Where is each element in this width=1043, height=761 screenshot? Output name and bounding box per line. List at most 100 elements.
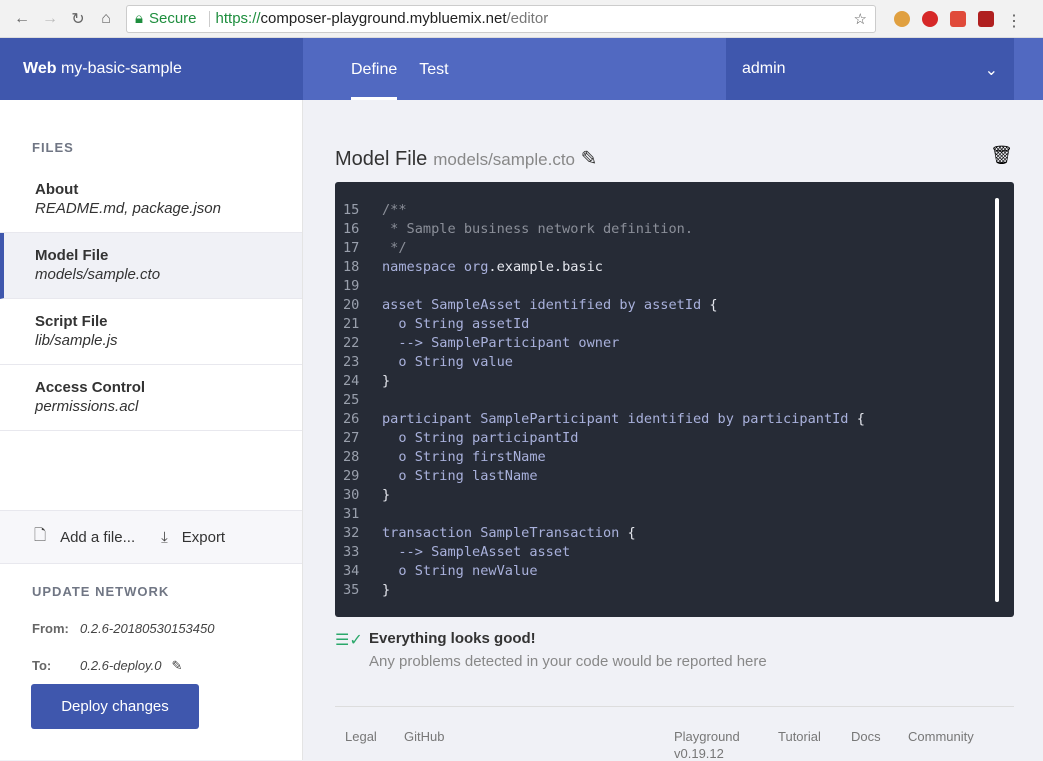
export-button[interactable]: Export xyxy=(182,529,225,546)
code-token: asset SampleAsset identified by assetId xyxy=(382,297,710,313)
code-token: { xyxy=(856,411,865,427)
file-item-script[interactable]: Script File lib/sample.js xyxy=(0,299,302,365)
url-path: /editor xyxy=(506,10,549,27)
brand: Web my-basic-sample xyxy=(0,38,303,100)
code-line: 30} xyxy=(335,486,1014,505)
line-number: 19 xyxy=(343,278,360,294)
file-item-model[interactable]: Model File models/sample.cto xyxy=(0,233,302,299)
status-panel: ☰✓ Everything looks good! Any problems de… xyxy=(335,630,767,670)
line-number: 29 xyxy=(343,468,360,484)
line-number: 27 xyxy=(343,430,360,446)
status-title: Everything looks good! xyxy=(369,630,536,647)
code-token: transaction SampleTransaction xyxy=(382,525,628,541)
checklist-icon: ☰✓ xyxy=(335,632,363,649)
address-bar[interactable]: 🔒︎ Secure https://composer-playground.my… xyxy=(126,4,876,33)
code-token: } xyxy=(382,487,391,503)
deploy-changes-button[interactable]: Deploy changes xyxy=(31,684,199,729)
file-icon: 🗋 xyxy=(34,526,47,544)
code-token: * Sample business network definition. xyxy=(382,221,693,237)
scrollbar[interactable] xyxy=(995,198,999,602)
from-label: From: xyxy=(32,621,69,636)
brand-bold: Web xyxy=(23,60,57,77)
code-line: 16 * Sample business network definition. xyxy=(335,220,1014,239)
url-scheme: https:// xyxy=(215,10,261,27)
line-number: 26 xyxy=(343,411,360,427)
code-token: { xyxy=(709,297,718,313)
file-subtitle: models/sample.cto xyxy=(35,266,161,283)
code-line: 27 o String participantId xyxy=(335,429,1014,448)
code-line: 35} xyxy=(335,581,1014,600)
file-title: Script File xyxy=(35,313,108,330)
code-token: o String lastName xyxy=(382,468,538,484)
chevron-down-icon: ⌄ xyxy=(984,62,998,79)
code-token: namespace org xyxy=(382,259,489,275)
forward-icon[interactable]: → xyxy=(36,10,64,28)
line-number: 34 xyxy=(343,563,360,579)
shield-extension-icon[interactable] xyxy=(978,10,994,27)
play-extension-icon[interactable] xyxy=(922,10,938,27)
line-number: 21 xyxy=(343,316,360,332)
trash-icon[interactable]: 🗑︎ xyxy=(990,145,1013,166)
tutorial-link[interactable]: Tutorial xyxy=(778,729,821,744)
code-token: /** xyxy=(382,202,407,218)
line-number: 31 xyxy=(343,506,360,522)
reload-icon[interactable]: ↻ xyxy=(64,9,92,29)
code-line: 20 asset SampleAsset identified by assetI… xyxy=(335,296,1014,315)
bookmark-star-icon[interactable]: ☆ xyxy=(854,10,867,28)
code-line: 18 namespace org .example.basic xyxy=(335,258,1014,277)
add-file-button[interactable]: Add a file... xyxy=(60,529,135,546)
code-token: o String firstName xyxy=(382,449,546,465)
file-item-about[interactable]: About README.md, package.json xyxy=(0,167,302,233)
code-token: } xyxy=(382,582,391,598)
line-number: 20 xyxy=(343,297,360,313)
docs-link[interactable]: Docs xyxy=(851,729,881,744)
file-subtitle: README.md, package.json xyxy=(35,200,221,217)
file-title: Model File xyxy=(35,247,109,264)
code-line: 25 xyxy=(335,391,1014,410)
dots-extension-icon[interactable] xyxy=(950,10,966,27)
line-number: 15 xyxy=(343,202,360,218)
code-line: 24} xyxy=(335,372,1014,391)
back-icon[interactable]: ← xyxy=(8,10,36,28)
file-subtitle: permissions.acl xyxy=(35,398,139,415)
tab-define[interactable]: Define xyxy=(351,38,398,100)
edit-version-icon[interactable]: ✎ xyxy=(171,658,182,674)
to-version: 0.2.6-deploy.0 xyxy=(80,658,162,673)
line-number: 28 xyxy=(343,449,360,465)
community-link[interactable]: Community xyxy=(908,729,974,744)
version-label: v0.19.12 xyxy=(674,746,724,761)
line-number: 32 xyxy=(343,525,360,541)
code-editor[interactable]: 15 /** 16 * Sample business network defini… xyxy=(335,182,1014,617)
file-path: models/sample.cto xyxy=(433,150,575,169)
tab-test[interactable]: Test xyxy=(419,38,448,100)
legal-link[interactable]: Legal xyxy=(345,729,377,744)
line-number: 17 xyxy=(343,240,360,256)
code-token: */ xyxy=(382,240,407,256)
main-panel: Model File models/sample.cto ✎ 🗑︎ 15 /** 16… xyxy=(304,100,1043,761)
file-title: About xyxy=(35,181,79,198)
cookie-extension-icon[interactable] xyxy=(894,10,910,27)
file-item-acl[interactable]: Access Control permissions.acl xyxy=(0,365,302,431)
sidebar: FILES About README.md, package.json Model… xyxy=(0,100,303,760)
code-line: 29 o String lastName xyxy=(335,467,1014,486)
code-line: 33 --> SampleAsset asset xyxy=(335,543,1014,562)
url-host: composer-playground.mybluemix.net xyxy=(260,10,507,27)
menu-icon[interactable]: ⋮ xyxy=(1006,11,1022,30)
line-number: 25 xyxy=(343,392,360,408)
file-title: Access Control xyxy=(35,379,146,396)
user-menu[interactable]: admin ⌄ xyxy=(726,38,1014,100)
code-line: 15 /** xyxy=(335,201,1014,220)
browser-toolbar: ← → ↻ ⌂ 🔒︎ Secure https://composer-playg… xyxy=(0,0,1043,38)
line-number: 35 xyxy=(343,582,360,598)
github-link[interactable]: GitHub xyxy=(404,729,444,744)
from-version: 0.2.6-20180530153450 xyxy=(80,621,215,636)
code-line: 21 o String assetId xyxy=(335,315,1014,334)
code-line: 32 transaction SampleTransaction { xyxy=(335,524,1014,543)
download-icon: ⤓ xyxy=(161,528,168,546)
code-line: 22 --> SampleParticipant owner xyxy=(335,334,1014,353)
home-icon[interactable]: ⌂ xyxy=(92,10,120,28)
file-subtitle: lib/sample.js xyxy=(35,332,118,349)
code-line: 19 xyxy=(335,277,1014,296)
edit-filename-icon[interactable]: ✎ xyxy=(581,148,598,170)
line-number: 23 xyxy=(343,354,360,370)
